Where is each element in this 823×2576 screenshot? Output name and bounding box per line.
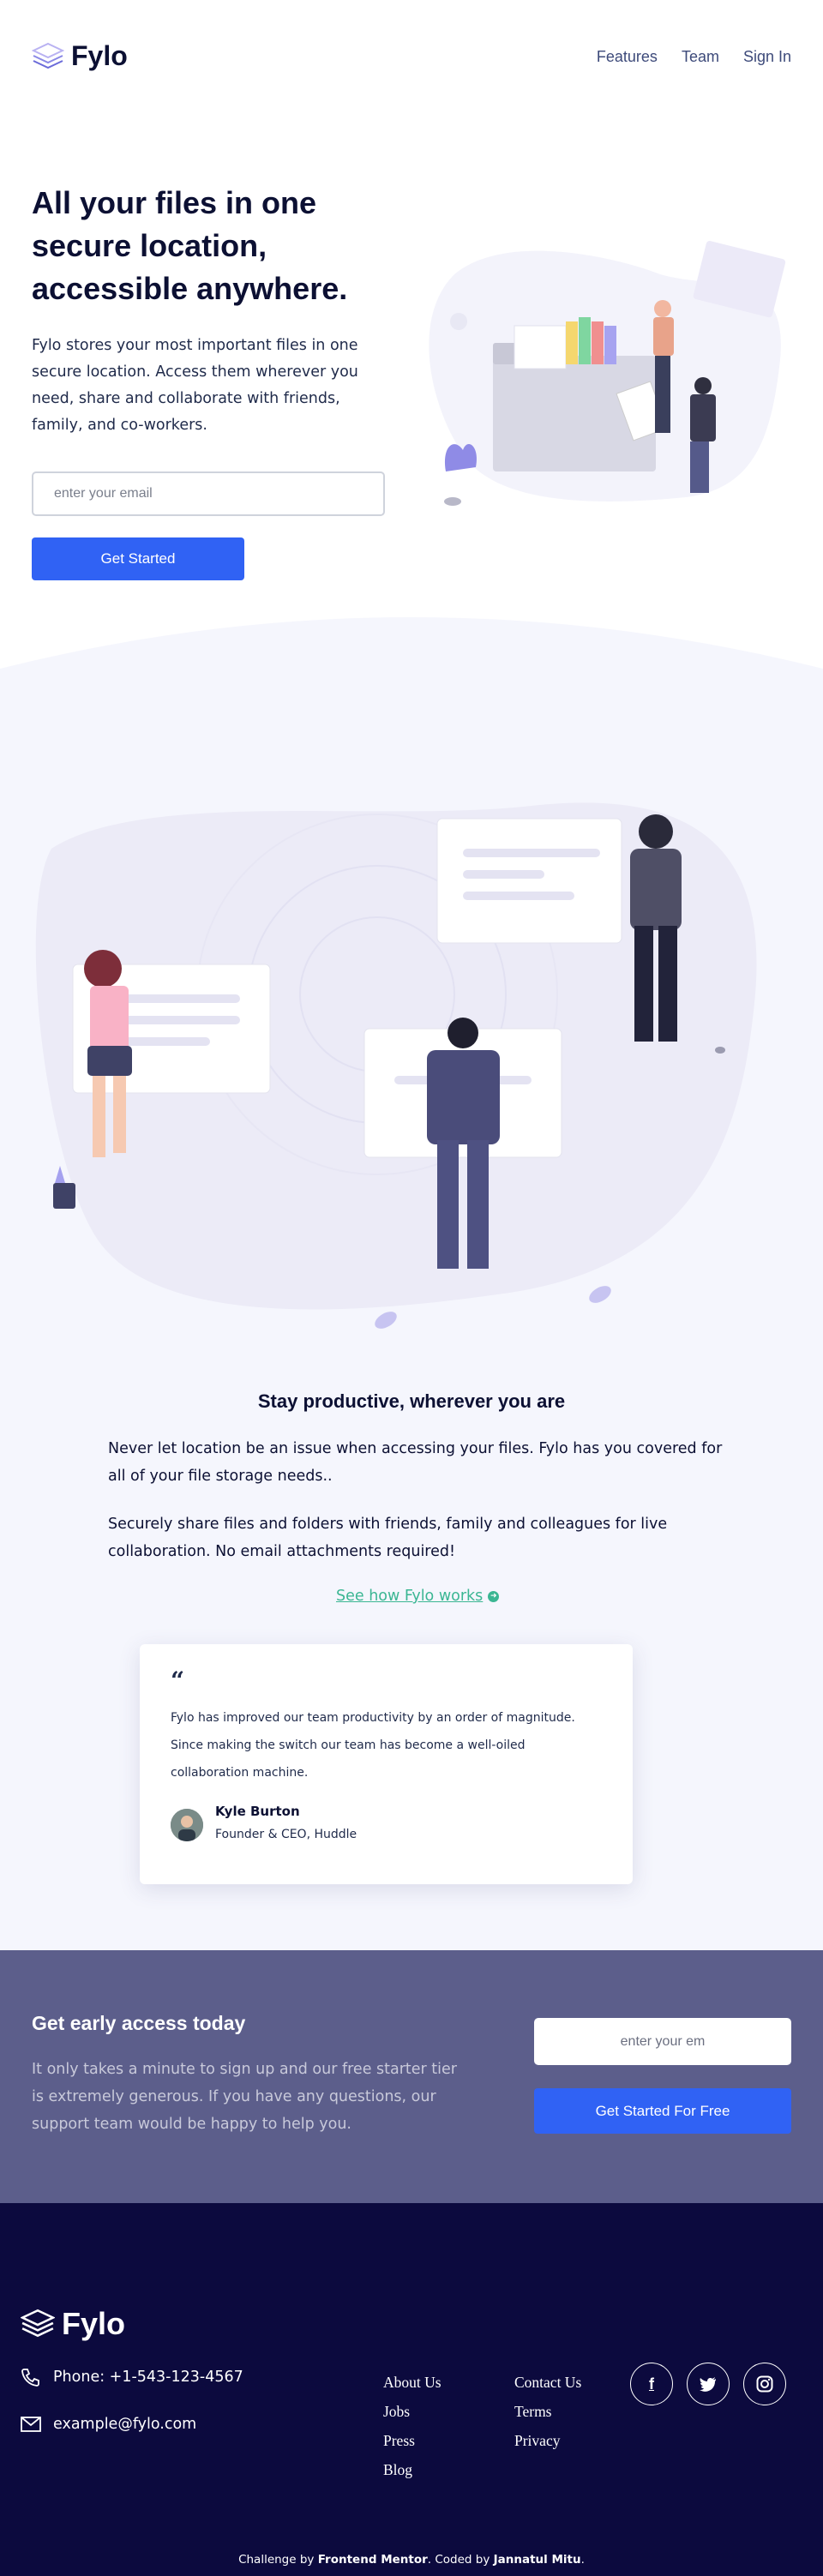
- footer-phone-text: Phone: +1-543-123-4567: [53, 2369, 243, 2386]
- footer-email: example@fylo.com: [21, 2416, 196, 2433]
- phone-icon: [21, 2369, 39, 2387]
- footer: Fylo Phone: +1-543-123-4567 example@fylo…: [0, 2203, 823, 2576]
- footer-link-privacy[interactable]: Privacy: [514, 2433, 581, 2449]
- early-access-description: It only takes a minute to sign up and ou…: [32, 2061, 457, 2133]
- footer-link-blog[interactable]: Blog: [383, 2462, 442, 2478]
- hero-title: All your files in one secure location, a…: [32, 185, 348, 306]
- testimonial-card: “ Fylo has improved our team productivit…: [140, 1644, 633, 1884]
- nav-features[interactable]: Features: [597, 48, 658, 66]
- early-access-email-input[interactable]: [534, 2018, 791, 2065]
- footer-link-about-us[interactable]: About Us: [383, 2375, 442, 2391]
- footer-links-col-2: Contact Us Terms Privacy: [514, 2375, 581, 2449]
- logo-text: Fylo: [71, 40, 128, 71]
- nav-sign-in[interactable]: Sign In: [743, 48, 791, 66]
- productive-title: Stay productive, wherever you are: [257, 1390, 566, 1412]
- twitter-icon[interactable]: [687, 2363, 730, 2405]
- attribution-author-link[interactable]: Jannatul Mitu: [494, 2553, 581, 2567]
- arrow-right-circle-icon: ➜: [488, 1590, 500, 1602]
- instagram-camera-icon: [756, 2375, 773, 2393]
- early-access-title: Get early access today: [32, 2012, 246, 2034]
- main-nav: Features Team Sign In: [597, 48, 791, 66]
- person-avatar-icon: [171, 1809, 203, 1841]
- productive-paragraph-2: Securely share files and folders with fr…: [108, 1516, 668, 1560]
- footer-email-text: example@fylo.com: [53, 2416, 197, 2433]
- hero-email-input[interactable]: [32, 471, 385, 516]
- logo[interactable]: Fylo: [32, 40, 128, 72]
- footer-link-press[interactable]: Press: [383, 2433, 442, 2449]
- attribution: Challenge by Frontend Mentor. Coded by J…: [0, 2553, 823, 2567]
- footer-link-terms[interactable]: Terms: [514, 2404, 581, 2420]
- get-started-button[interactable]: Get Started: [32, 537, 244, 580]
- stack-logo-icon: [32, 42, 64, 69]
- hero-illustration: [429, 241, 786, 506]
- hero-description: Fylo stores your most important files in…: [32, 337, 358, 434]
- testimonial-name: Kyle Burton: [215, 1804, 300, 1819]
- get-started-for-free-button[interactable]: Get Started For Free: [534, 2088, 791, 2134]
- footer-links-col-1: About Us Jobs Press Blog: [383, 2375, 442, 2478]
- testimonial-text: Fylo has improved our team productivity …: [171, 1711, 575, 1780]
- twitter-bird-icon: [700, 2376, 716, 2392]
- footer-link-jobs[interactable]: Jobs: [383, 2404, 442, 2420]
- facebook-icon[interactable]: f: [630, 2363, 673, 2405]
- see-how-link-label: See how Fylo works: [336, 1588, 484, 1605]
- see-how-fylo-works-link[interactable]: See how Fylo works ➜: [336, 1588, 500, 1605]
- instagram-icon[interactable]: [743, 2363, 786, 2405]
- early-access-section: Get early access today It only takes a m…: [0, 1950, 823, 2203]
- footer-logo[interactable]: Fylo: [21, 2306, 125, 2342]
- email-icon: [21, 2417, 41, 2432]
- footer-phone: Phone: +1-543-123-4567: [21, 2368, 243, 2387]
- footer-link-contact-us[interactable]: Contact Us: [514, 2375, 581, 2391]
- productive-paragraph-1: Never let location be an issue when acce…: [108, 1440, 723, 1485]
- page: Fylo Features Team Sign In All your file…: [0, 0, 823, 2576]
- stay-productive-illustration: [35, 802, 757, 1329]
- attribution-mid: . Coded by: [427, 2553, 494, 2567]
- stack-logo-icon: [21, 2309, 55, 2338]
- attribution-org-link[interactable]: Frontend Mentor: [318, 2553, 428, 2567]
- attribution-suffix: .: [580, 2553, 585, 2567]
- nav-team[interactable]: Team: [682, 48, 719, 66]
- footer-logo-text: Fylo: [62, 2306, 126, 2341]
- social-links: f: [630, 2363, 786, 2405]
- attribution-prefix: Challenge by: [238, 2553, 318, 2567]
- quote-icon: “: [171, 1666, 185, 1695]
- testimonial-role: Founder & CEO, Huddle: [215, 1828, 357, 1841]
- avatar: [171, 1809, 203, 1841]
